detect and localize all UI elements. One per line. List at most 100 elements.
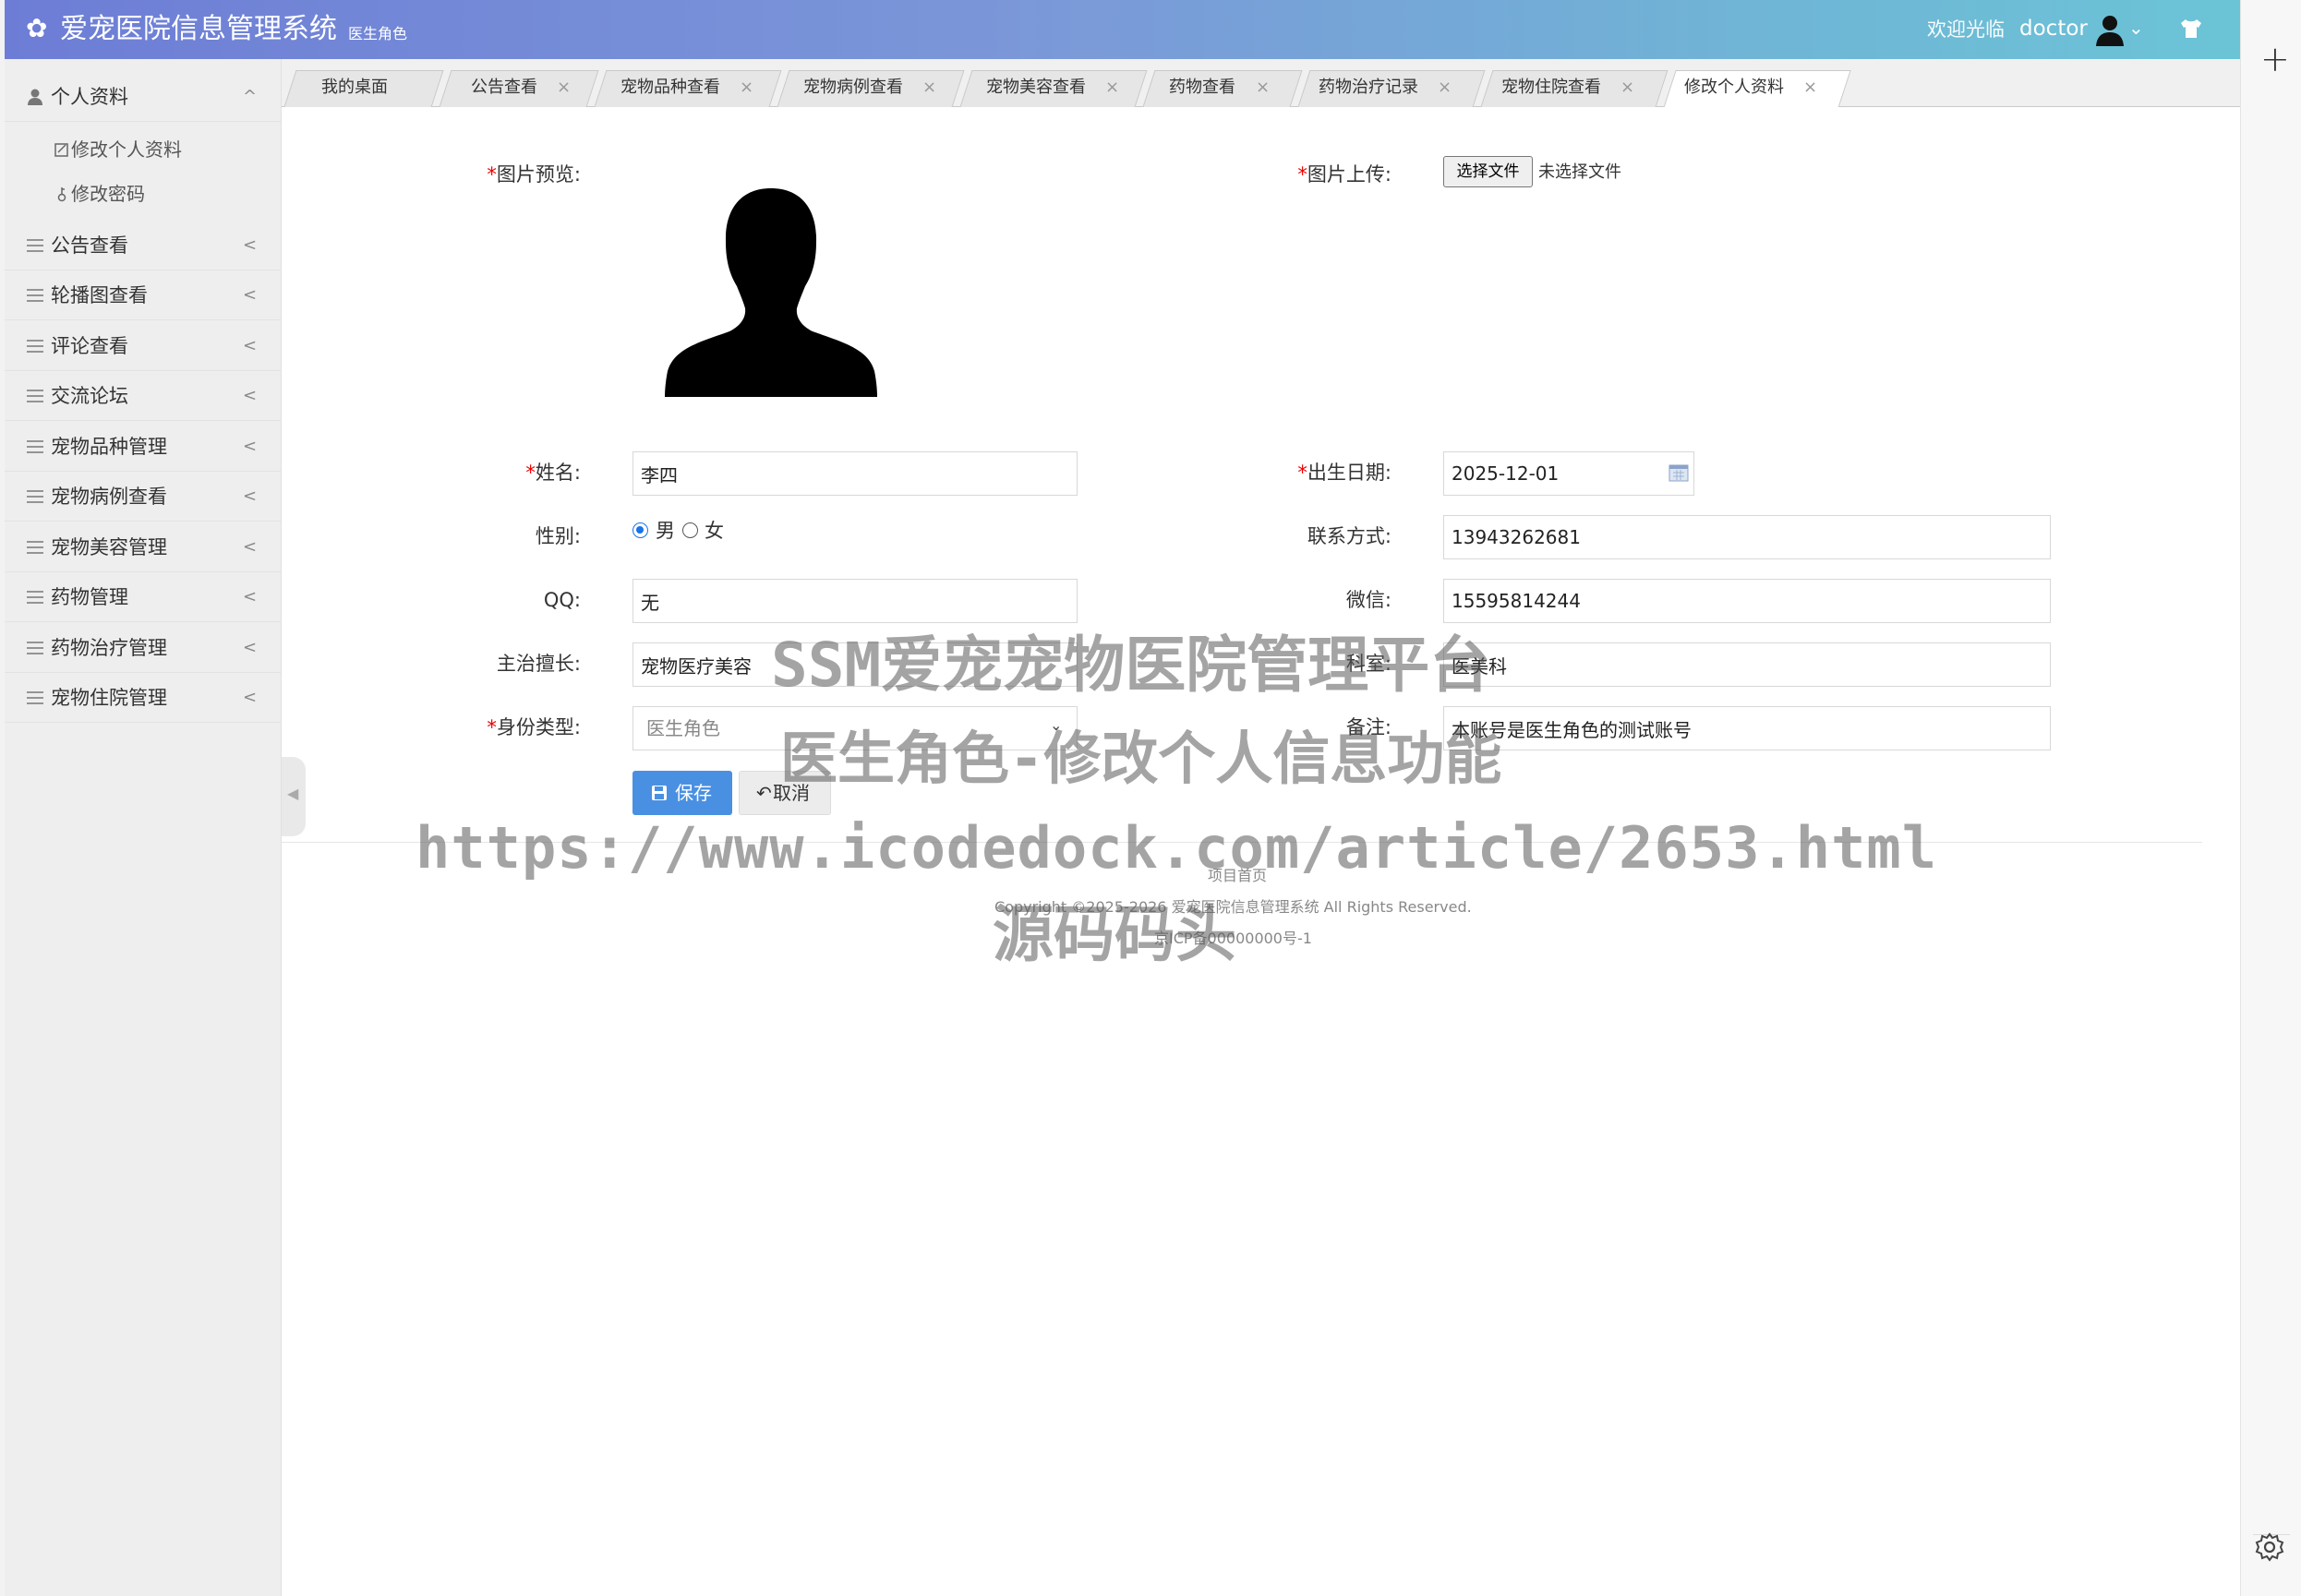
chevron-left-icon: < <box>243 537 258 557</box>
sidebar-group-pet-grooming[interactable]: 宠物美容管理 < <box>5 522 282 572</box>
close-icon[interactable]: × <box>922 76 936 100</box>
tab-label[interactable]: 宠物住院查看 <box>1501 76 1601 100</box>
sidebar-group-hospitalization[interactable]: 宠物住院管理 < <box>5 673 282 723</box>
sidebar-item-label: 修改密码 <box>71 183 145 205</box>
identity-type-select[interactable]: 医生角色 <box>632 706 1078 750</box>
contact-label: 联系方式: <box>1307 525 1391 547</box>
edit-icon <box>54 143 68 157</box>
chevron-left-icon: < <box>243 336 258 355</box>
sidebar-item-edit-profile[interactable]: 修改个人资料 <box>5 127 282 172</box>
list-icon <box>27 340 43 353</box>
chevron-left-icon: < <box>243 285 258 305</box>
close-icon[interactable]: × <box>1105 76 1119 100</box>
close-icon[interactable]: × <box>740 76 753 100</box>
tab-label[interactable]: 宠物病例查看 <box>803 76 903 100</box>
sidebar-group-treatment[interactable]: 药物治疗管理 < <box>5 623 282 673</box>
footer-icp-link[interactable]: 京ICP备00000000号-1 <box>1154 929 1312 949</box>
settings-gear-icon[interactable] <box>2253 1530 2286 1564</box>
gender-male-label: 男 <box>656 520 675 542</box>
gear-logo-icon: ✿ <box>26 13 48 43</box>
floppy-disk-icon <box>652 786 667 800</box>
birth-date-input[interactable] <box>1443 451 1694 496</box>
department-input[interactable] <box>1443 642 2051 687</box>
tab-label[interactable]: 药物查看 <box>1169 76 1235 100</box>
tab-label[interactable]: 药物治疗记录 <box>1319 76 1418 100</box>
close-icon[interactable]: × <box>1256 76 1270 100</box>
cancel-button-label: 取消 <box>773 782 810 804</box>
footer-copyright: Copyright ©2025-2026 爱宠医院信息管理系统 All Righ… <box>994 898 1472 916</box>
close-icon[interactable]: × <box>557 76 571 100</box>
sidebar-group-label: 交流论坛 <box>51 385 128 407</box>
choose-file-button[interactable]: 选择文件 <box>1443 156 1533 187</box>
plus-icon[interactable]: + <box>2260 41 2290 78</box>
user-avatar-icon[interactable] <box>2094 13 2126 46</box>
gender-female-radio[interactable] <box>682 522 698 538</box>
sidebar-group-forum[interactable]: 交流论坛 < <box>5 371 282 421</box>
remark-label: 备注: <box>1345 716 1391 738</box>
key-icon <box>57 187 66 202</box>
chevron-left-icon: < <box>243 486 258 506</box>
chevron-left-icon: < <box>243 437 258 456</box>
gender-female-label: 女 <box>705 520 724 542</box>
save-button[interactable]: 保存 <box>632 771 732 815</box>
tab-label[interactable]: 我的桌面 <box>321 76 388 100</box>
list-icon <box>27 490 43 503</box>
sidebar-group-label: 药物治疗管理 <box>51 637 167 659</box>
shirt-skin-icon[interactable] <box>2178 16 2204 42</box>
sidebar-group-pet-cases[interactable]: 宠物病例查看 < <box>5 472 282 522</box>
chevron-down-icon[interactable]: ⌄ <box>2128 15 2144 41</box>
gender-male-radio[interactable] <box>632 522 648 538</box>
list-icon <box>27 642 43 654</box>
qq-input[interactable] <box>632 579 1078 623</box>
sidebar-item-change-password[interactable]: 修改密码 <box>5 172 282 216</box>
undo-icon: ↶ <box>756 782 772 804</box>
sidebar-group-pet-breeds[interactable]: 宠物品种管理 < <box>5 422 282 472</box>
footer-home-link[interactable]: 项目首页 <box>1208 866 1267 886</box>
file-status-text: 未选择文件 <box>1538 162 1621 182</box>
name-input[interactable] <box>632 451 1078 496</box>
calendar-icon[interactable] <box>1669 463 1689 482</box>
cancel-button[interactable]: ↶ 取消 <box>739 771 831 815</box>
chevron-left-icon: < <box>243 235 258 255</box>
sidebar-group-comments[interactable]: 评论查看 < <box>5 321 282 371</box>
specialty-label: 主治擅长: <box>496 653 581 675</box>
chevron-up-icon: ^ <box>243 87 258 106</box>
chevron-left-icon: < <box>243 587 258 606</box>
username[interactable]: doctor <box>2019 15 2088 42</box>
sidebar-group-medicine[interactable]: 药物管理 < <box>5 572 282 622</box>
list-icon <box>27 691 43 704</box>
image-preview-label: *图片预览: <box>487 163 581 186</box>
app-role-badge: 医生角色 <box>348 25 408 42</box>
remark-input[interactable] <box>1443 706 2051 750</box>
app-title: 爱宠医院信息管理系统 <box>60 13 337 45</box>
specialty-input[interactable] <box>632 642 1078 687</box>
close-icon[interactable]: × <box>1438 76 1452 100</box>
name-label: *姓名: <box>525 462 581 484</box>
tab-label[interactable]: 公告查看 <box>471 76 537 100</box>
right-toolbar <box>2240 0 2301 1596</box>
wechat-input[interactable] <box>1443 579 2051 623</box>
sidebar-group-profile[interactable]: 个人资料 ^ <box>5 72 282 122</box>
chevron-left-icon: ◀ <box>287 785 299 802</box>
chevron-down-icon: ⌄ <box>1050 716 1063 734</box>
chevron-left-icon: < <box>243 688 258 707</box>
sidebar-group-label: 公告查看 <box>51 234 128 257</box>
sidebar-group-label: 评论查看 <box>51 335 128 357</box>
user-icon <box>28 89 42 105</box>
welcome-text: 欢迎光临 <box>1927 18 2005 41</box>
birth-date-label: *出生日期: <box>1297 462 1391 484</box>
sidebar-collapse-handle[interactable]: ◀ <box>282 757 306 836</box>
contact-input[interactable] <box>1443 515 2051 559</box>
tab-label[interactable]: 宠物品种查看 <box>620 76 720 100</box>
close-icon[interactable]: × <box>1620 76 1634 100</box>
identity-type-label: *身份类型: <box>487 716 581 738</box>
sidebar-group-carousel[interactable]: 轮播图查看 < <box>5 270 282 320</box>
sidebar-group-label: 个人资料 <box>51 86 128 108</box>
sidebar-group-notice[interactable]: 公告查看 < <box>5 221 282 270</box>
tab-label[interactable]: 修改个人资料 <box>1684 76 1784 100</box>
close-icon[interactable]: × <box>1803 76 1817 100</box>
avatar-preview-image <box>665 188 877 397</box>
tab-label[interactable]: 宠物美容查看 <box>986 76 1086 100</box>
wechat-label: 微信: <box>1345 589 1391 611</box>
save-button-label: 保存 <box>675 782 712 804</box>
